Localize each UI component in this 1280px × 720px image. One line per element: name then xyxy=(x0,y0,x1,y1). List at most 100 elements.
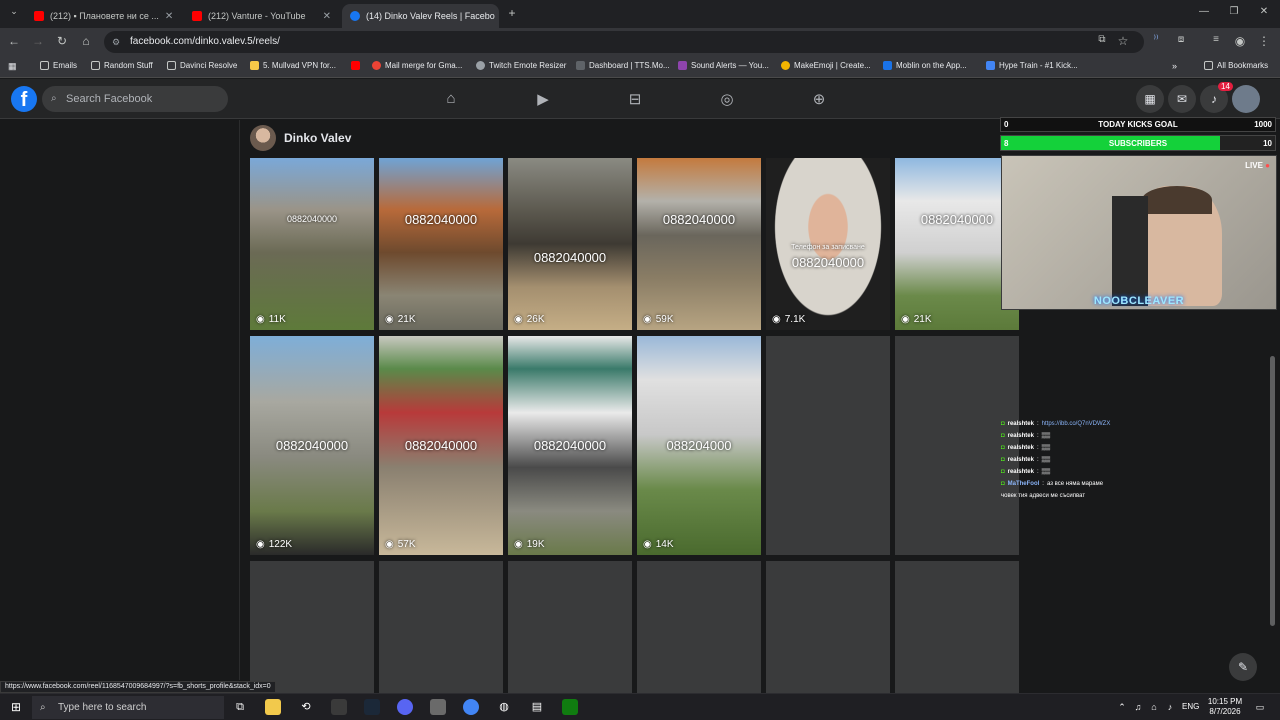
home-nav-icon[interactable]: ⌂ xyxy=(441,90,461,107)
close-tab-icon[interactable]: ✕ xyxy=(323,11,331,22)
bookmark-twitch-emote[interactable]: Twitch Emote Resizer xyxy=(476,61,566,70)
chat-line: ◘ realshtek: ▒▒ xyxy=(1001,469,1051,475)
reload-icon[interactable]: ↻ xyxy=(54,34,70,48)
minimize-button[interactable]: — xyxy=(1196,6,1212,17)
bookmark-mail-merge[interactable]: Mail merge for Gma... xyxy=(372,61,462,70)
reel-card[interactable]: 0882040000 ◉ 122K xyxy=(250,336,374,555)
notification-badge: 14 xyxy=(1218,82,1233,91)
task-view-icon[interactable]: ⧉ xyxy=(232,699,248,715)
app-icon[interactable]: ▤ xyxy=(529,699,545,715)
app-icon[interactable] xyxy=(331,699,347,715)
steam-icon[interactable] xyxy=(364,699,380,715)
volume-icon[interactable]: ♪ xyxy=(1162,699,1178,715)
back-icon[interactable]: ← xyxy=(6,34,22,48)
marketplace-nav-icon[interactable]: ⊟ xyxy=(625,90,645,108)
microphone-icon[interactable]: ♫ xyxy=(1130,699,1146,715)
new-tab-button[interactable]: + xyxy=(504,6,520,20)
clock-time[interactable]: 10:15 PM xyxy=(1206,697,1244,706)
messenger-icon[interactable]: ✉ xyxy=(1168,85,1196,113)
reel-card[interactable]: Телефон за записване 0882040000 ◉ 7.1K xyxy=(766,158,890,330)
facebook-logo[interactable]: f xyxy=(11,86,37,112)
bookmark-sound-alerts[interactable]: Sound Alerts — You... xyxy=(678,61,769,70)
discord-icon[interactable] xyxy=(397,699,413,715)
app-icon[interactable] xyxy=(430,699,446,715)
subs-label: SUBSCRIBERS xyxy=(1108,139,1168,148)
menu-grid-icon[interactable]: ▦ xyxy=(1136,85,1164,113)
language-indicator[interactable]: ENG xyxy=(1182,702,1199,711)
forward-icon[interactable]: → xyxy=(30,34,46,48)
app-icon[interactable]: ⟲ xyxy=(298,699,314,715)
all-bookmarks[interactable]: All Bookmarks xyxy=(1204,61,1268,70)
reel-card[interactable]: 0882040000 ◉ 11K xyxy=(250,158,374,330)
site-info-icon[interactable]: ⚙ xyxy=(112,31,120,53)
bookmark-random-stuff[interactable]: Random Stuff xyxy=(91,61,153,70)
menu-kebab-icon[interactable]: ⋮ xyxy=(1256,34,1272,48)
tab-search-icon[interactable]: ⌄ xyxy=(6,6,22,17)
more-bookmarks-icon[interactable]: » xyxy=(1172,61,1177,71)
restore-button[interactable]: ❐ xyxy=(1226,6,1242,17)
home-icon[interactable]: ⌂ xyxy=(78,34,94,48)
tab-3[interactable]: (14) Dinko Valev Reels | Facebo ✕ xyxy=(342,4,499,28)
close-window-button[interactable]: ✕ xyxy=(1256,6,1272,17)
network-icon[interactable]: ⌂ xyxy=(1146,699,1162,715)
tray-expand-icon[interactable]: ⌃ xyxy=(1114,699,1130,715)
bookmark-davinci[interactable]: Davinci Resolve xyxy=(167,61,237,70)
bookmark-moblin[interactable]: Moblin on the App... xyxy=(883,61,967,70)
eye-icon: ◉ xyxy=(514,314,523,325)
facebook-search-input[interactable]: ⌕ Search Facebook xyxy=(42,86,228,112)
reel-card[interactable]: 088204000 ◉ 14K xyxy=(637,336,761,555)
obs-icon[interactable]: ◍ xyxy=(496,699,512,715)
bookmark-emails[interactable]: Emails xyxy=(40,61,77,70)
reel-card[interactable]: 0882040000 ◉ 57K xyxy=(379,336,503,555)
reel-card[interactable]: 0882040000 ◉ 59K xyxy=(637,158,761,330)
chrome-icon[interactable] xyxy=(463,699,479,715)
search-icon: ⌕ xyxy=(40,702,46,713)
bookmark-star-icon[interactable]: ☆ xyxy=(1115,34,1131,48)
link-status-bar: https://www.facebook.com/reel/1168547009… xyxy=(0,681,276,693)
mail-merge-icon xyxy=(372,61,381,70)
profile-name[interactable]: Dinko Valev xyxy=(284,131,351,145)
new-message-button[interactable]: ✎ xyxy=(1229,653,1257,681)
extension-icon[interactable]: ⁾⁾ xyxy=(1148,34,1164,45)
close-tab-icon[interactable]: ✕ xyxy=(165,11,173,22)
reel-views: ◉ 122K xyxy=(256,539,293,550)
reel-card[interactable]: 0882040000 ◉ 21K xyxy=(379,158,503,330)
tab-1[interactable]: (212) ▪ Плановете ни се ... ✕ xyxy=(26,4,181,28)
account-avatar[interactable] xyxy=(1232,85,1260,113)
stream-chat-overlay: ◘ realshtek: https://ibb.co/Q7nVDWZX ◘ real… xyxy=(1001,418,1153,502)
file-explorer-icon[interactable] xyxy=(265,699,281,715)
windows-start-icon[interactable]: ⊞ xyxy=(8,699,24,715)
profile-avatar[interactable] xyxy=(250,125,276,151)
groups-nav-icon[interactable]: ◎ xyxy=(717,90,737,108)
page-scrollbar[interactable] xyxy=(1270,356,1275,626)
media-control-icon[interactable]: ≡ xyxy=(1208,34,1224,45)
bookmark-youtube[interactable] xyxy=(351,61,360,70)
apps-grid-icon[interactable]: ▦ xyxy=(8,61,17,72)
xbox-icon[interactable] xyxy=(562,699,578,715)
bookmark-tts[interactable]: Dashboard | TTS.Mo... xyxy=(576,61,670,70)
shield-icon xyxy=(986,61,995,70)
profile-avatar-icon[interactable]: ◉ xyxy=(1232,34,1248,48)
clock-date[interactable]: 8/7/2026 xyxy=(1206,707,1244,716)
sound-alerts-icon xyxy=(678,61,687,70)
bookmark-mullvad[interactable]: 5. Mullvad VPN for... xyxy=(250,61,336,70)
notification-center-icon[interactable]: ▭ xyxy=(1252,699,1268,715)
extensions-puzzle-icon[interactable]: ⧈ xyxy=(1173,34,1189,45)
bookmark-hype-train[interactable]: Hype Train - #1 Kick... xyxy=(986,61,1078,70)
bookmark-makeemoji[interactable]: MakeEmoji | Create... xyxy=(781,61,871,70)
eye-icon: ◉ xyxy=(385,539,394,550)
reel-card[interactable]: 0882040000 ◉ 26K xyxy=(508,158,632,330)
reel-views: ◉ 21K xyxy=(385,314,416,325)
taskbar-search-input[interactable]: ⌕ Type here to search xyxy=(32,696,224,719)
tab-2[interactable]: (212) Vanture - YouTube ✕ xyxy=(184,4,339,28)
install-app-icon[interactable]: ⧉ xyxy=(1094,34,1110,45)
reel-phone-text: 0882040000 xyxy=(275,438,349,453)
video-nav-icon[interactable]: ▶ xyxy=(533,90,553,108)
url-input[interactable]: ⚙ facebook.com/dinko.valev.5/reels/ xyxy=(104,31,1144,53)
reel-card[interactable]: 0882040000 ◉ 19K xyxy=(508,336,632,555)
tts-icon xyxy=(576,61,585,70)
url-text: facebook.com/dinko.valev.5/reels/ xyxy=(130,36,280,47)
gaming-nav-icon[interactable]: ⊕ xyxy=(809,90,829,108)
live-indicator: LIVE ● xyxy=(1245,161,1270,170)
facebook-icon xyxy=(350,11,360,21)
